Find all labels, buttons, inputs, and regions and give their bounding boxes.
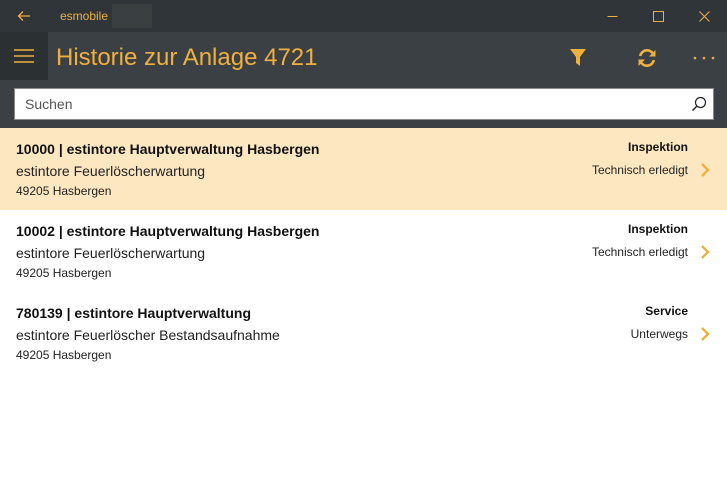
back-arrow-icon	[17, 11, 30, 21]
page-title: Historie zur Anlage 4721	[56, 44, 318, 71]
item-status: Technisch erledigt	[591, 245, 688, 259]
title-bar: esmobile	[0, 0, 727, 32]
item-address: 49205 Hasbergen	[16, 348, 112, 362]
search-icon[interactable]	[691, 96, 707, 112]
history-list: 10000 | estintore Hauptverwaltung Hasber…	[0, 128, 727, 374]
list-item[interactable]: 10002 | estintore Hauptverwaltung Hasber…	[0, 210, 727, 292]
item-status: Unterwegs	[630, 327, 688, 341]
titlebar-decoration	[112, 4, 152, 28]
item-subtitle: estintore Feuerlöscherwartung	[16, 163, 206, 179]
refresh-button[interactable]	[627, 38, 667, 78]
maximize-button[interactable]	[635, 0, 681, 32]
filter-button[interactable]	[558, 38, 598, 78]
more-options-button[interactable]	[684, 38, 724, 78]
item-address: 49205 Hasbergen	[16, 266, 112, 280]
minimize-icon	[607, 15, 617, 17]
app-bar: Historie zur Anlage 4721	[0, 32, 727, 84]
chevron-right-icon	[701, 327, 710, 341]
item-address: 49205 Hasbergen	[16, 184, 112, 198]
maximize-icon	[652, 10, 664, 22]
refresh-icon	[638, 49, 656, 67]
minimize-button[interactable]	[589, 0, 635, 32]
back-button[interactable]	[8, 4, 40, 28]
item-type: Inspektion	[627, 222, 688, 236]
item-type: Inspektion	[627, 140, 688, 154]
close-button[interactable]	[681, 0, 727, 32]
hamburger-menu-icon	[14, 49, 34, 63]
filter-icon	[570, 49, 586, 66]
search-input[interactable]	[25, 89, 685, 119]
close-icon	[698, 10, 710, 22]
search-box	[14, 88, 714, 120]
chevron-right-icon	[701, 163, 710, 177]
item-title: 780139 | estintore Hauptverwaltung	[16, 305, 251, 321]
list-item[interactable]: 10000 | estintore Hauptverwaltung Hasber…	[0, 128, 727, 210]
search-area	[0, 84, 727, 128]
item-type: Service	[645, 304, 688, 318]
item-title: 10000 | estintore Hauptverwaltung Hasber…	[16, 141, 320, 157]
item-title: 10002 | estintore Hauptverwaltung Hasber…	[16, 223, 320, 239]
item-subtitle: estintore Feuerlöscherwartung	[16, 245, 206, 261]
list-item[interactable]: 780139 | estintore Hauptverwaltung estin…	[0, 292, 727, 374]
more-dots-icon	[693, 56, 715, 60]
app-name: esmobile	[60, 9, 109, 23]
item-status: Technisch erledigt	[591, 163, 688, 177]
hamburger-menu-button[interactable]	[0, 32, 48, 80]
item-subtitle: estintore Feuerlöscher Bestandsaufnahme	[16, 327, 280, 343]
chevron-right-icon	[701, 245, 710, 259]
